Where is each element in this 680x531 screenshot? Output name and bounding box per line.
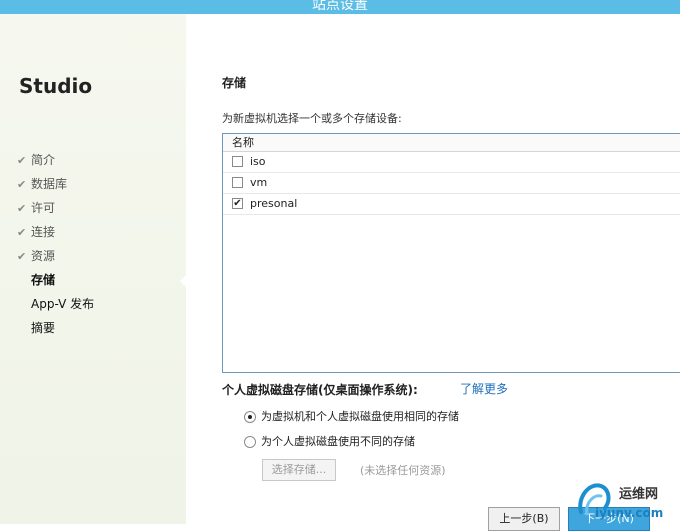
nav-step-label: 连接 (31, 225, 56, 239)
window-titlebar: 站点设置 (0, 0, 680, 14)
nav-step-summary[interactable]: 摘要 (17, 319, 55, 337)
radio-same-storage[interactable]: 为虚拟机和个人虚拟磁盘使用相同的存储 (244, 408, 459, 424)
checkmark-icon: ✔ (17, 226, 27, 239)
nav-step-label: 简介 (31, 153, 56, 167)
learn-more-link[interactable]: 了解更多 (460, 380, 508, 397)
checkmark-icon: ✔ (17, 202, 27, 215)
site-watermark: 运维网 iyunv.com (575, 476, 680, 524)
nav-step-appv[interactable]: App-V 发布 (17, 295, 94, 313)
nav-step-label: 许可 (31, 201, 56, 215)
list-row[interactable]: vm (223, 173, 680, 194)
current-step-pointer (180, 274, 187, 288)
nav-step-connection[interactable]: ✔ 连接 (17, 223, 55, 241)
storage-list[interactable]: 名称 iso vm ✔ presonal (222, 133, 680, 373)
storage-checkbox-iso[interactable] (232, 156, 243, 167)
nav-step-label: 资源 (31, 249, 56, 263)
nav-step-intro[interactable]: ✔ 简介 (17, 151, 55, 169)
list-row[interactable]: ✔ presonal (223, 194, 680, 215)
radio-label: 为虚拟机和个人虚拟磁盘使用相同的存储 (261, 410, 459, 423)
window-title: 站点设置 (312, 0, 368, 13)
row-label: presonal (250, 197, 298, 210)
select-storage-button[interactable]: 选择存储... (262, 459, 336, 481)
nav-step-label: App-V 发布 (31, 297, 95, 311)
radio-button-icon[interactable] (244, 411, 256, 423)
radio-label: 为个人虚拟磁盘使用不同的存储 (261, 435, 415, 448)
section-title: 存储 (222, 76, 247, 90)
brand-title: Studio (19, 74, 93, 98)
wizard-sidebar: Studio (0, 14, 186, 524)
selection-status: (未选择任何资源) (360, 464, 446, 477)
nav-step-label: 摘要 (31, 321, 56, 335)
nav-step-license[interactable]: ✔ 许可 (17, 199, 55, 217)
radio-button-icon[interactable] (244, 436, 256, 448)
nav-step-label: 数据库 (31, 177, 68, 191)
row-label: iso (250, 155, 266, 168)
list-column-header[interactable]: 名称 (223, 134, 680, 152)
nav-step-resources[interactable]: ✔ 资源 (17, 247, 55, 265)
disk-storage-title: 个人虚拟磁盘存储(仅桌面操作系统): (222, 383, 418, 397)
watermark-url: iyunv.com (595, 506, 664, 520)
watermark-name: 运维网 (619, 487, 659, 502)
back-button[interactable]: 上一步(B) (488, 507, 560, 531)
nav-step-database[interactable]: ✔ 数据库 (17, 175, 67, 193)
wizard-main: 存储 为新虚拟机选择一个或多个存储设备: 名称 iso vm ✔ presona… (187, 14, 680, 531)
checkmark-icon: ✔ (17, 250, 27, 263)
checkmark-icon: ✔ (17, 154, 27, 167)
checkmark-icon: ✔ (17, 178, 27, 191)
list-row[interactable]: iso (223, 152, 680, 173)
nav-step-label: 存储 (31, 273, 56, 287)
nav-step-storage[interactable]: 存储 (17, 271, 55, 289)
row-label: vm (250, 176, 268, 189)
storage-checkbox-presonal[interactable]: ✔ (232, 198, 243, 209)
radio-different-storage[interactable]: 为个人虚拟磁盘使用不同的存储 (244, 433, 415, 449)
instruction-text: 为新虚拟机选择一个或多个存储设备: (222, 112, 402, 125)
storage-checkbox-vm[interactable] (232, 177, 243, 188)
